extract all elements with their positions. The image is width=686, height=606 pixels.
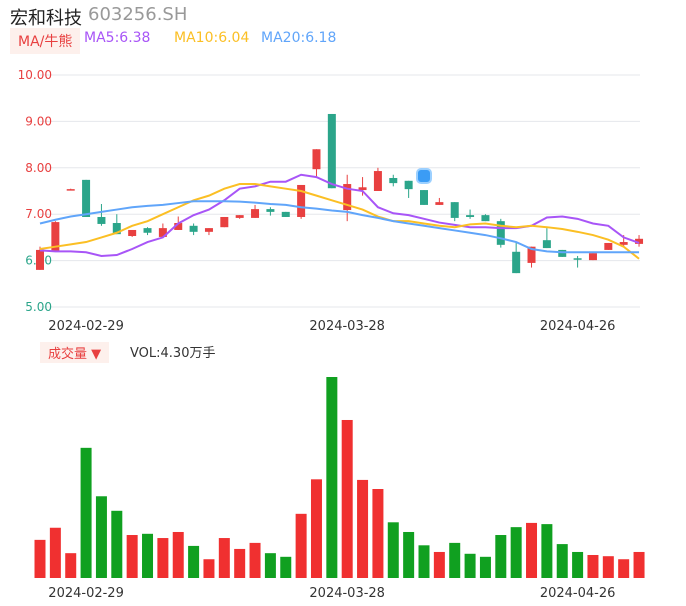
y-tick-label: 5.00 (25, 300, 52, 314)
y-tick-label: 8.00 (25, 161, 52, 175)
volume-bar (310, 479, 322, 578)
volume-bar (418, 545, 430, 578)
y-tick-label: 9.00 (25, 114, 52, 128)
volume-bar (249, 542, 261, 578)
volume-bar (357, 479, 369, 578)
candle (466, 215, 475, 217)
volume-bar (203, 559, 215, 578)
candle (235, 215, 244, 218)
y-tick-label: 10.00 (18, 68, 52, 82)
volume-bar (526, 522, 538, 578)
volume-bar (464, 553, 476, 578)
candle (389, 178, 398, 184)
volume-bar (449, 542, 461, 578)
volume-bar (618, 559, 630, 578)
volume-bar (172, 531, 184, 578)
candle (420, 190, 428, 205)
candle (373, 171, 382, 191)
candle (189, 225, 198, 232)
x-tick-label: 2024-02-29 (48, 319, 124, 334)
volume-bar (479, 556, 491, 578)
candle (573, 258, 582, 260)
volume-bar (264, 553, 276, 578)
volume-bar (65, 553, 77, 578)
volume-bar (218, 538, 230, 578)
candle (435, 202, 444, 205)
volume-bar (111, 510, 123, 578)
volume-bar (556, 544, 568, 578)
candle (542, 240, 551, 249)
candle (251, 209, 260, 218)
candle (512, 251, 521, 274)
volume-bar (49, 527, 61, 578)
candle (143, 228, 152, 233)
volume-bar (372, 489, 384, 578)
x-tick-label: 2024-04-26 (540, 586, 616, 601)
volume-bar (95, 496, 107, 578)
candle (66, 189, 75, 191)
volume-bar (587, 554, 599, 578)
volume-bar (433, 551, 445, 578)
volume-bar (602, 556, 614, 578)
candle (450, 202, 459, 218)
volume-bar (80, 447, 92, 578)
volume-bar (572, 551, 584, 578)
volume-bar (142, 533, 154, 578)
candle (558, 249, 567, 257)
volume-bar (341, 419, 353, 578)
volume-bar (126, 535, 138, 578)
volume-bar (633, 551, 645, 578)
volume-bar (510, 527, 522, 578)
candle (82, 179, 91, 217)
volume-bar (34, 539, 46, 578)
y-tick-label: 7.00 (25, 207, 52, 221)
candle (281, 211, 290, 217)
volume-bar (295, 513, 307, 578)
candle (220, 216, 229, 228)
candle (36, 249, 44, 270)
volume-bar (387, 522, 399, 578)
candle (128, 229, 137, 237)
volume-bar (234, 548, 246, 578)
volume-bar (280, 556, 292, 578)
volume-bar (403, 531, 415, 578)
candle (481, 215, 490, 222)
candle (204, 228, 213, 232)
candle (97, 216, 106, 224)
candle (588, 253, 597, 261)
x-tick-label: 2024-04-26 (540, 319, 616, 334)
x-tick-label: 2024-03-28 (309, 586, 385, 601)
x-tick-label: 2024-03-28 (309, 319, 385, 334)
candle (604, 242, 613, 250)
bear-marker-icon[interactable] (416, 168, 432, 184)
volume-bar (188, 545, 200, 578)
stock-chart: 宏和科技 603256.SH MA/牛熊 MA5:6.38 MA10:6.04 … (0, 0, 686, 606)
candle (312, 149, 321, 170)
candle (327, 113, 336, 189)
candle (404, 180, 413, 190)
volume-bar (541, 524, 553, 578)
volume-bar (326, 377, 338, 578)
volume-bar (495, 535, 507, 578)
volume-bar (157, 538, 169, 578)
chart-canvas[interactable]: 10.009.008.007.006.005.002024-02-292024-… (0, 0, 686, 606)
candle (266, 209, 275, 212)
x-tick-label: 2024-02-29 (48, 586, 124, 601)
